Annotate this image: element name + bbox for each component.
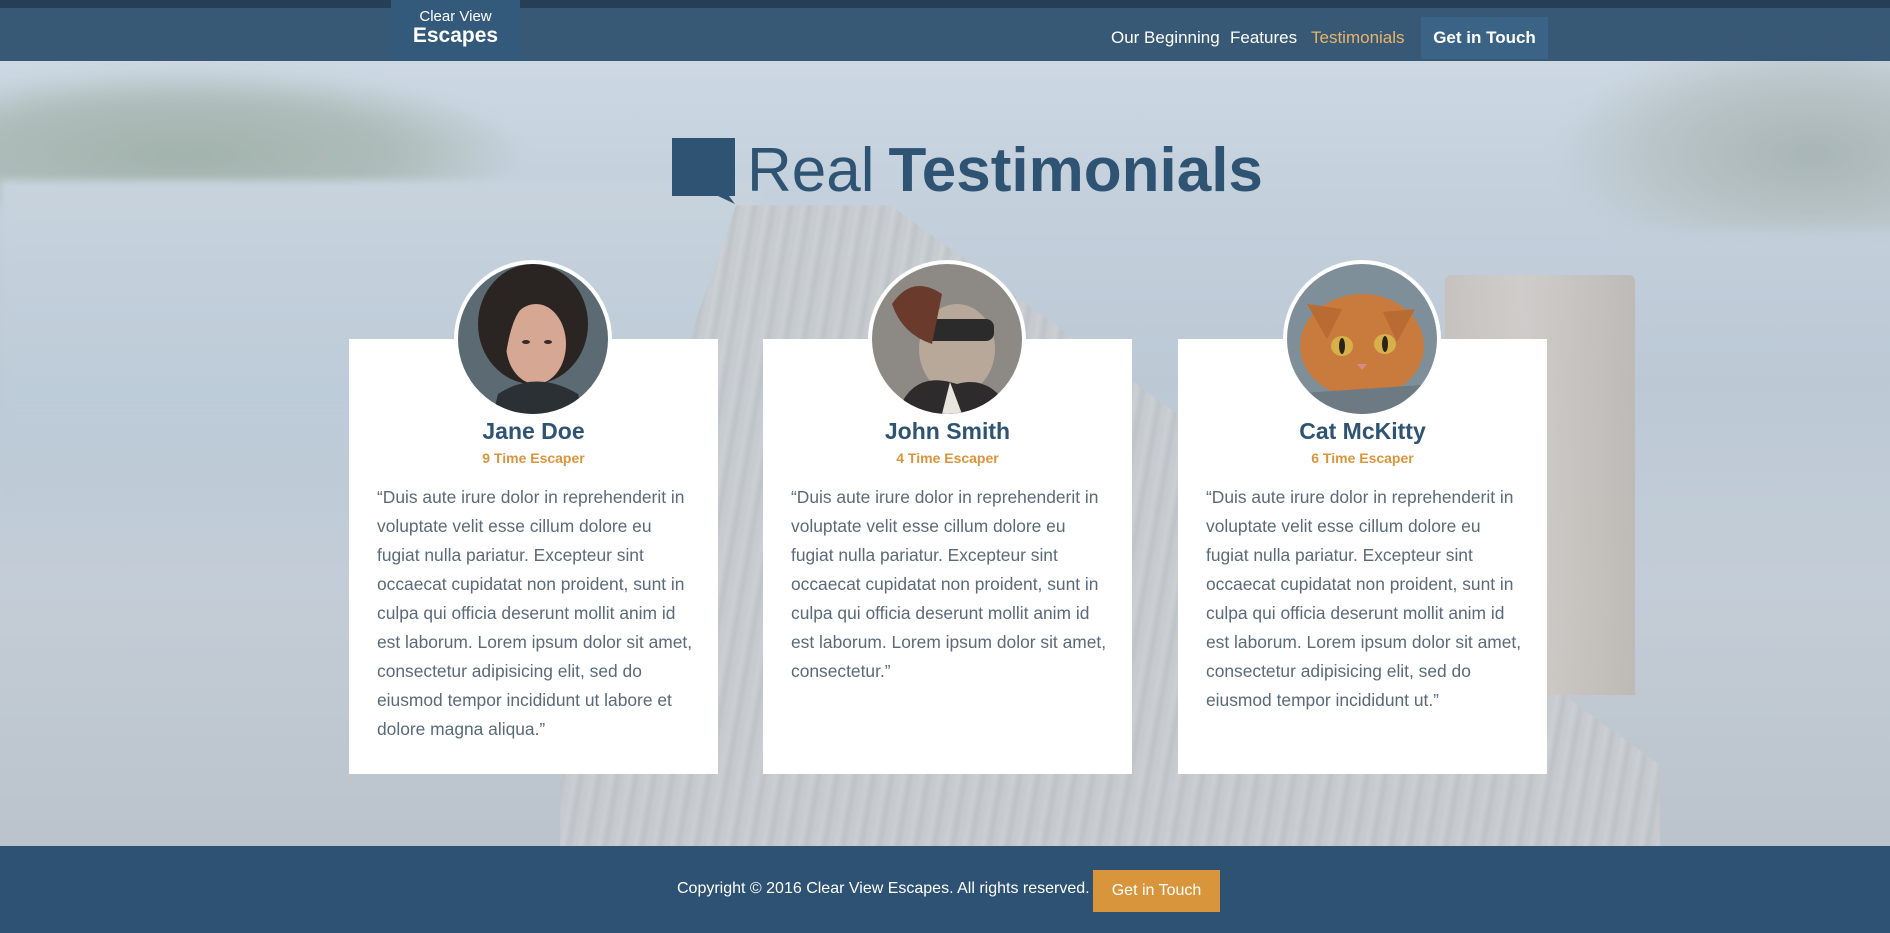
testimonial-name: John Smith <box>884 418 1011 444</box>
top-accent-strip <box>0 0 1890 8</box>
testimonial-quote: “Duis aute irure dolor in reprehenderit … <box>791 487 1107 681</box>
testimonial-name: Jane Doe <box>482 418 585 444</box>
brand-line-1: Clear View <box>419 8 492 25</box>
testimonial-quote: “Duis aute irure dolor in reprehenderit … <box>377 487 693 739</box>
testimonial-subtitle: 9 Time Escaper <box>482 450 585 466</box>
brand-logo[interactable]: Clear View Escapes <box>391 0 520 61</box>
testimonial-name: Cat McKitty <box>1299 418 1426 444</box>
nav-our-beginning[interactable]: Our Beginning <box>1111 28 1220 48</box>
avatar-orange-cat <box>1287 264 1437 414</box>
footer-get-in-touch-button[interactable]: Get in Touch <box>1093 870 1220 912</box>
page-title: Real Testimonials <box>747 136 1263 206</box>
testimonial-quote: “Duis aute irure dolor in reprehenderit … <box>1206 487 1522 710</box>
nav-features[interactable]: Features <box>1230 28 1297 48</box>
avatar <box>1283 260 1441 418</box>
nav-get-in-touch-button[interactable]: Get in Touch <box>1421 17 1548 59</box>
title-bold: Testimonials <box>888 136 1263 205</box>
testimonial-subtitle: 4 Time Escaper <box>896 450 999 466</box>
nav-testimonials[interactable]: Testimonials <box>1311 28 1405 48</box>
testimonial-subtitle: 6 Time Escaper <box>1311 450 1414 466</box>
brand-line-2: Escapes <box>412 24 499 47</box>
avatar <box>454 260 612 418</box>
avatar <box>868 260 1026 418</box>
footer-copyright: Copyright © 2016 Clear View Escapes. All… <box>677 880 1090 897</box>
nav-menu: Our Beginning Features Testimonials Get … <box>0 16 1890 60</box>
section-heading: Real Testimonials <box>672 136 1263 206</box>
speech-bubble-icon <box>672 138 735 204</box>
avatar-woman-portrait <box>458 264 608 414</box>
avatar-man-with-vr-headset <box>872 264 1022 414</box>
title-light: Real <box>747 136 875 205</box>
navbar: Our Beginning Features Testimonials Get … <box>0 8 1890 61</box>
footer: Copyright © 2016 Clear View Escapes. All… <box>0 846 1890 933</box>
